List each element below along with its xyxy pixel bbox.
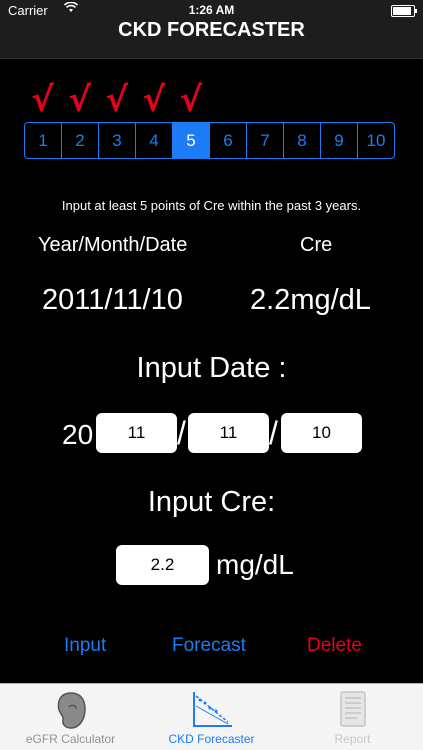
checkmark-icon: √ — [105, 80, 129, 120]
checkmark-icon: √ — [31, 80, 54, 120]
tab-ckd-forecaster[interactable]: CKD Forecaster — [141, 684, 282, 750]
segment-6[interactable]: 6 — [209, 123, 246, 158]
tab-bar: eGFR Calculator CKD Forecaster Report — [0, 683, 423, 750]
page-title: CKD FORECASTER — [118, 19, 305, 41]
year-field[interactable] — [96, 413, 177, 453]
cre-column-header: Cre — [300, 234, 333, 256]
segment-10[interactable]: 10 — [357, 123, 394, 158]
navigation-bar: CKD FORECASTER — [0, 20, 423, 59]
segment-9[interactable]: 9 — [320, 123, 357, 158]
segment-8[interactable]: 8 — [283, 123, 320, 158]
status-time: 1:26 AM — [188, 3, 235, 17]
selected-date-value: 2011/11/10 — [42, 284, 183, 316]
battery-icon — [391, 5, 417, 17]
status-bar: Carrier 1:26 AM — [0, 0, 423, 20]
input-button[interactable]: Input — [64, 635, 106, 657]
month-field[interactable] — [188, 413, 269, 453]
segment-7[interactable]: 7 — [246, 123, 283, 158]
checkmark-icon: √ — [179, 80, 203, 120]
segment-2[interactable]: 2 — [61, 123, 98, 158]
tab-label: eGFR Calculator — [25, 732, 116, 746]
input-date-title: Input Date : — [136, 352, 287, 384]
instruction-text: Input at least 5 points of Cre within th… — [61, 198, 362, 213]
segment-4[interactable]: 4 — [135, 123, 172, 158]
selected-cre-value: 2.2mg/dL — [250, 284, 371, 316]
year-prefix: 20 — [62, 419, 94, 450]
delete-button[interactable]: Delete — [307, 635, 362, 657]
segment-3[interactable]: 3 — [98, 123, 135, 158]
entered-points-checkmarks: √ √ √ √ √ — [24, 80, 395, 120]
date-column-header: Year/Month/Date — [38, 234, 188, 256]
tab-report[interactable]: Report — [282, 684, 423, 750]
date-separator: / — [269, 415, 278, 451]
cre-field[interactable] — [116, 545, 209, 585]
segment-1[interactable]: 1 — [25, 123, 61, 158]
forecast-button[interactable]: Forecast — [172, 635, 246, 657]
checkmark-icon: √ — [68, 80, 91, 120]
input-cre-title: Input Cre: — [147, 486, 276, 518]
checkmark-icon: √ — [142, 80, 166, 120]
data-point-selector: 1 2 3 4 5 6 7 8 9 10 — [24, 122, 395, 159]
cre-unit-label: mg/dL — [216, 549, 294, 580]
tab-egfr-calculator[interactable]: eGFR Calculator — [0, 684, 141, 750]
tab-label: CKD Forecaster — [168, 732, 255, 746]
day-field[interactable] — [281, 413, 362, 453]
report-icon — [335, 690, 371, 735]
forecast-chart-icon — [190, 690, 234, 735]
tab-label: Report — [334, 732, 371, 746]
date-separator: / — [177, 415, 186, 451]
segment-5[interactable]: 5 — [172, 123, 209, 158]
kidney-icon — [54, 690, 88, 735]
